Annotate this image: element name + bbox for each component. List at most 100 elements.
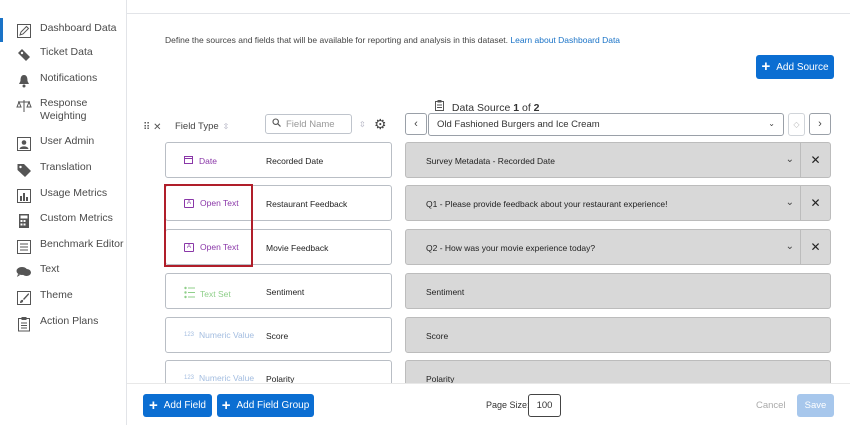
sidebar-item-label: Notifications xyxy=(40,72,98,84)
data-source-value: Old Fashioned Burgers and Ice Cream xyxy=(437,119,600,130)
prev-source-button[interactable]: ‹ xyxy=(405,113,427,135)
data-source-extra-button[interactable]: ◇ xyxy=(788,113,805,136)
add-field-label: Add Field xyxy=(163,400,206,411)
add-field-group-label: Add Field Group xyxy=(236,400,310,411)
close-icon[interactable]: ✕ xyxy=(800,186,830,220)
numeric-icon: 123 xyxy=(184,375,195,381)
add-field-group-button[interactable]: + Add Field Group xyxy=(217,394,314,417)
add-source-label: Add Source xyxy=(776,61,829,73)
field-name: Movie Feedback xyxy=(266,243,329,253)
search-icon xyxy=(272,118,281,130)
field-type-label: Text Set xyxy=(200,288,231,299)
mapping-text: Sentiment xyxy=(426,287,465,297)
sidebar-item-label: Response Weighting xyxy=(40,97,88,122)
field-type-header[interactable]: Field Type ⇳ xyxy=(175,121,229,132)
field-mapping-recorded-date[interactable]: Survey Metadata - Recorded Date ⌄ ✕ xyxy=(405,142,831,178)
clipboard-icon xyxy=(15,315,32,332)
active-indicator xyxy=(0,18,3,42)
user-admin-icon xyxy=(15,135,32,152)
mapping-text: Q2 - How was your movie experience today… xyxy=(426,243,596,253)
description-text: Define the sources and fields that will … xyxy=(165,35,509,45)
gear-icon[interactable]: ⚙ xyxy=(374,116,387,133)
calculator-icon xyxy=(15,212,32,229)
sidebar-item-label: Theme xyxy=(40,289,73,301)
field-row-recorded-date[interactable]: Date Recorded Date xyxy=(165,142,392,178)
sidebar-item-label: Custom Metrics xyxy=(40,212,113,224)
field-type[interactable]: 123 Numeric Value xyxy=(184,373,254,383)
search-placeholder: Field Name xyxy=(286,118,335,130)
data-source-title: Data Source 1 of 2 xyxy=(435,100,540,114)
page-size-label: Page Size: xyxy=(486,400,530,410)
sidebar-item-label: Text xyxy=(40,263,60,275)
footer-bar: + Add Field + Add Field Group Page Size:… xyxy=(127,383,850,426)
field-type[interactable]: Date xyxy=(184,155,217,166)
field-type-label: Numeric Value xyxy=(199,330,255,340)
field-type[interactable]: 123 Numeric Value xyxy=(184,330,254,340)
chevron-left-icon: ‹ xyxy=(414,118,418,130)
bar-chart-icon xyxy=(15,187,32,204)
cancel-button[interactable]: Cancel xyxy=(756,400,786,411)
chevron-down-icon[interactable]: ⌄ xyxy=(786,241,794,252)
next-source-button[interactable]: › xyxy=(809,113,831,135)
paintbrush-icon xyxy=(15,289,32,306)
page-description: Define the sources and fields that will … xyxy=(165,35,620,45)
chevron-down-icon[interactable]: ⌄ xyxy=(786,197,794,208)
ticket-icon xyxy=(15,46,32,63)
sidebar-item-label: Ticket Data xyxy=(40,46,93,58)
scale-icon xyxy=(15,97,32,114)
field-type-label: Date xyxy=(199,155,217,166)
learn-more-link[interactable]: Learn about Dashboard Data xyxy=(510,35,620,45)
page-size-input[interactable]: 100 xyxy=(528,394,561,417)
field-mapping-sentiment[interactable]: Sentiment xyxy=(405,273,831,309)
chevron-right-icon: › xyxy=(818,118,822,130)
plus-icon: + xyxy=(148,396,158,414)
mapping-text: Survey Metadata - Recorded Date xyxy=(426,156,555,166)
field-name: Restaurant Feedback xyxy=(266,199,348,209)
sidebar-item-label: Dashboard Data xyxy=(40,22,117,34)
field-type-label: Numeric Value xyxy=(199,373,255,383)
list-icon xyxy=(15,238,32,255)
page-size-value: 100 xyxy=(536,400,553,411)
field-type-label: Field Type xyxy=(175,121,219,132)
mapping-text: Score xyxy=(426,331,449,341)
field-row-score[interactable]: 123 Numeric Value Score xyxy=(165,317,392,353)
sort-icon[interactable]: ⇳ xyxy=(359,120,366,129)
field-mapping-restaurant-feedback[interactable]: Q1 - Please provide feedback about your … xyxy=(405,185,831,221)
close-icon[interactable]: ✕ xyxy=(800,230,830,264)
list-set-icon xyxy=(184,286,195,301)
plus-icon: + xyxy=(761,58,771,75)
close-icon[interactable]: ✕ xyxy=(800,143,830,177)
add-source-button[interactable]: + Add Source xyxy=(756,55,834,79)
main-content: Define the sources and fields that will … xyxy=(127,14,850,425)
chevron-down-icon: ⌄ xyxy=(768,119,775,128)
chat-icon xyxy=(15,263,32,280)
tag-icon xyxy=(15,161,32,178)
add-field-button[interactable]: + Add Field xyxy=(143,394,212,417)
calendar-icon xyxy=(184,155,193,166)
field-name-search[interactable]: Field Name xyxy=(265,114,352,134)
field-name: Sentiment xyxy=(266,287,305,297)
bell-icon xyxy=(15,72,32,89)
field-mapping-movie-feedback[interactable]: Q2 - How was your movie experience today… xyxy=(405,229,831,265)
highlight-box xyxy=(164,184,253,267)
sidebar-item-label: Translation xyxy=(40,161,92,173)
mapping-text: Q1 - Please provide feedback about your … xyxy=(426,199,668,209)
save-button[interactable]: Save xyxy=(797,394,834,417)
sidebar-item-label: Benchmark Editor xyxy=(40,238,124,250)
drag-handle-icon[interactable]: ⠿ ✕ xyxy=(143,122,161,133)
sidebar: Dashboard Data Ticket Data Notifications… xyxy=(0,0,127,425)
numeric-icon: 123 xyxy=(184,332,195,338)
plus-icon: + xyxy=(221,396,231,414)
pencil-icon xyxy=(15,22,32,39)
field-type[interactable]: Text Set xyxy=(184,286,231,301)
field-name: Recorded Date xyxy=(266,156,324,166)
field-mapping-score[interactable]: Score xyxy=(405,317,831,353)
data-source-select[interactable]: Old Fashioned Burgers and Ice Cream ⌄ xyxy=(428,113,784,136)
chevron-down-icon[interactable]: ⌄ xyxy=(786,154,794,165)
sort-icon: ⇳ xyxy=(222,122,230,131)
field-row-sentiment[interactable]: Text Set Sentiment xyxy=(165,273,392,309)
sidebar-item-label: Usage Metrics xyxy=(40,187,108,199)
field-name: Score xyxy=(266,331,289,341)
sidebar-item-label: Action Plans xyxy=(40,315,99,327)
sidebar-item-label: User Admin xyxy=(40,135,95,147)
